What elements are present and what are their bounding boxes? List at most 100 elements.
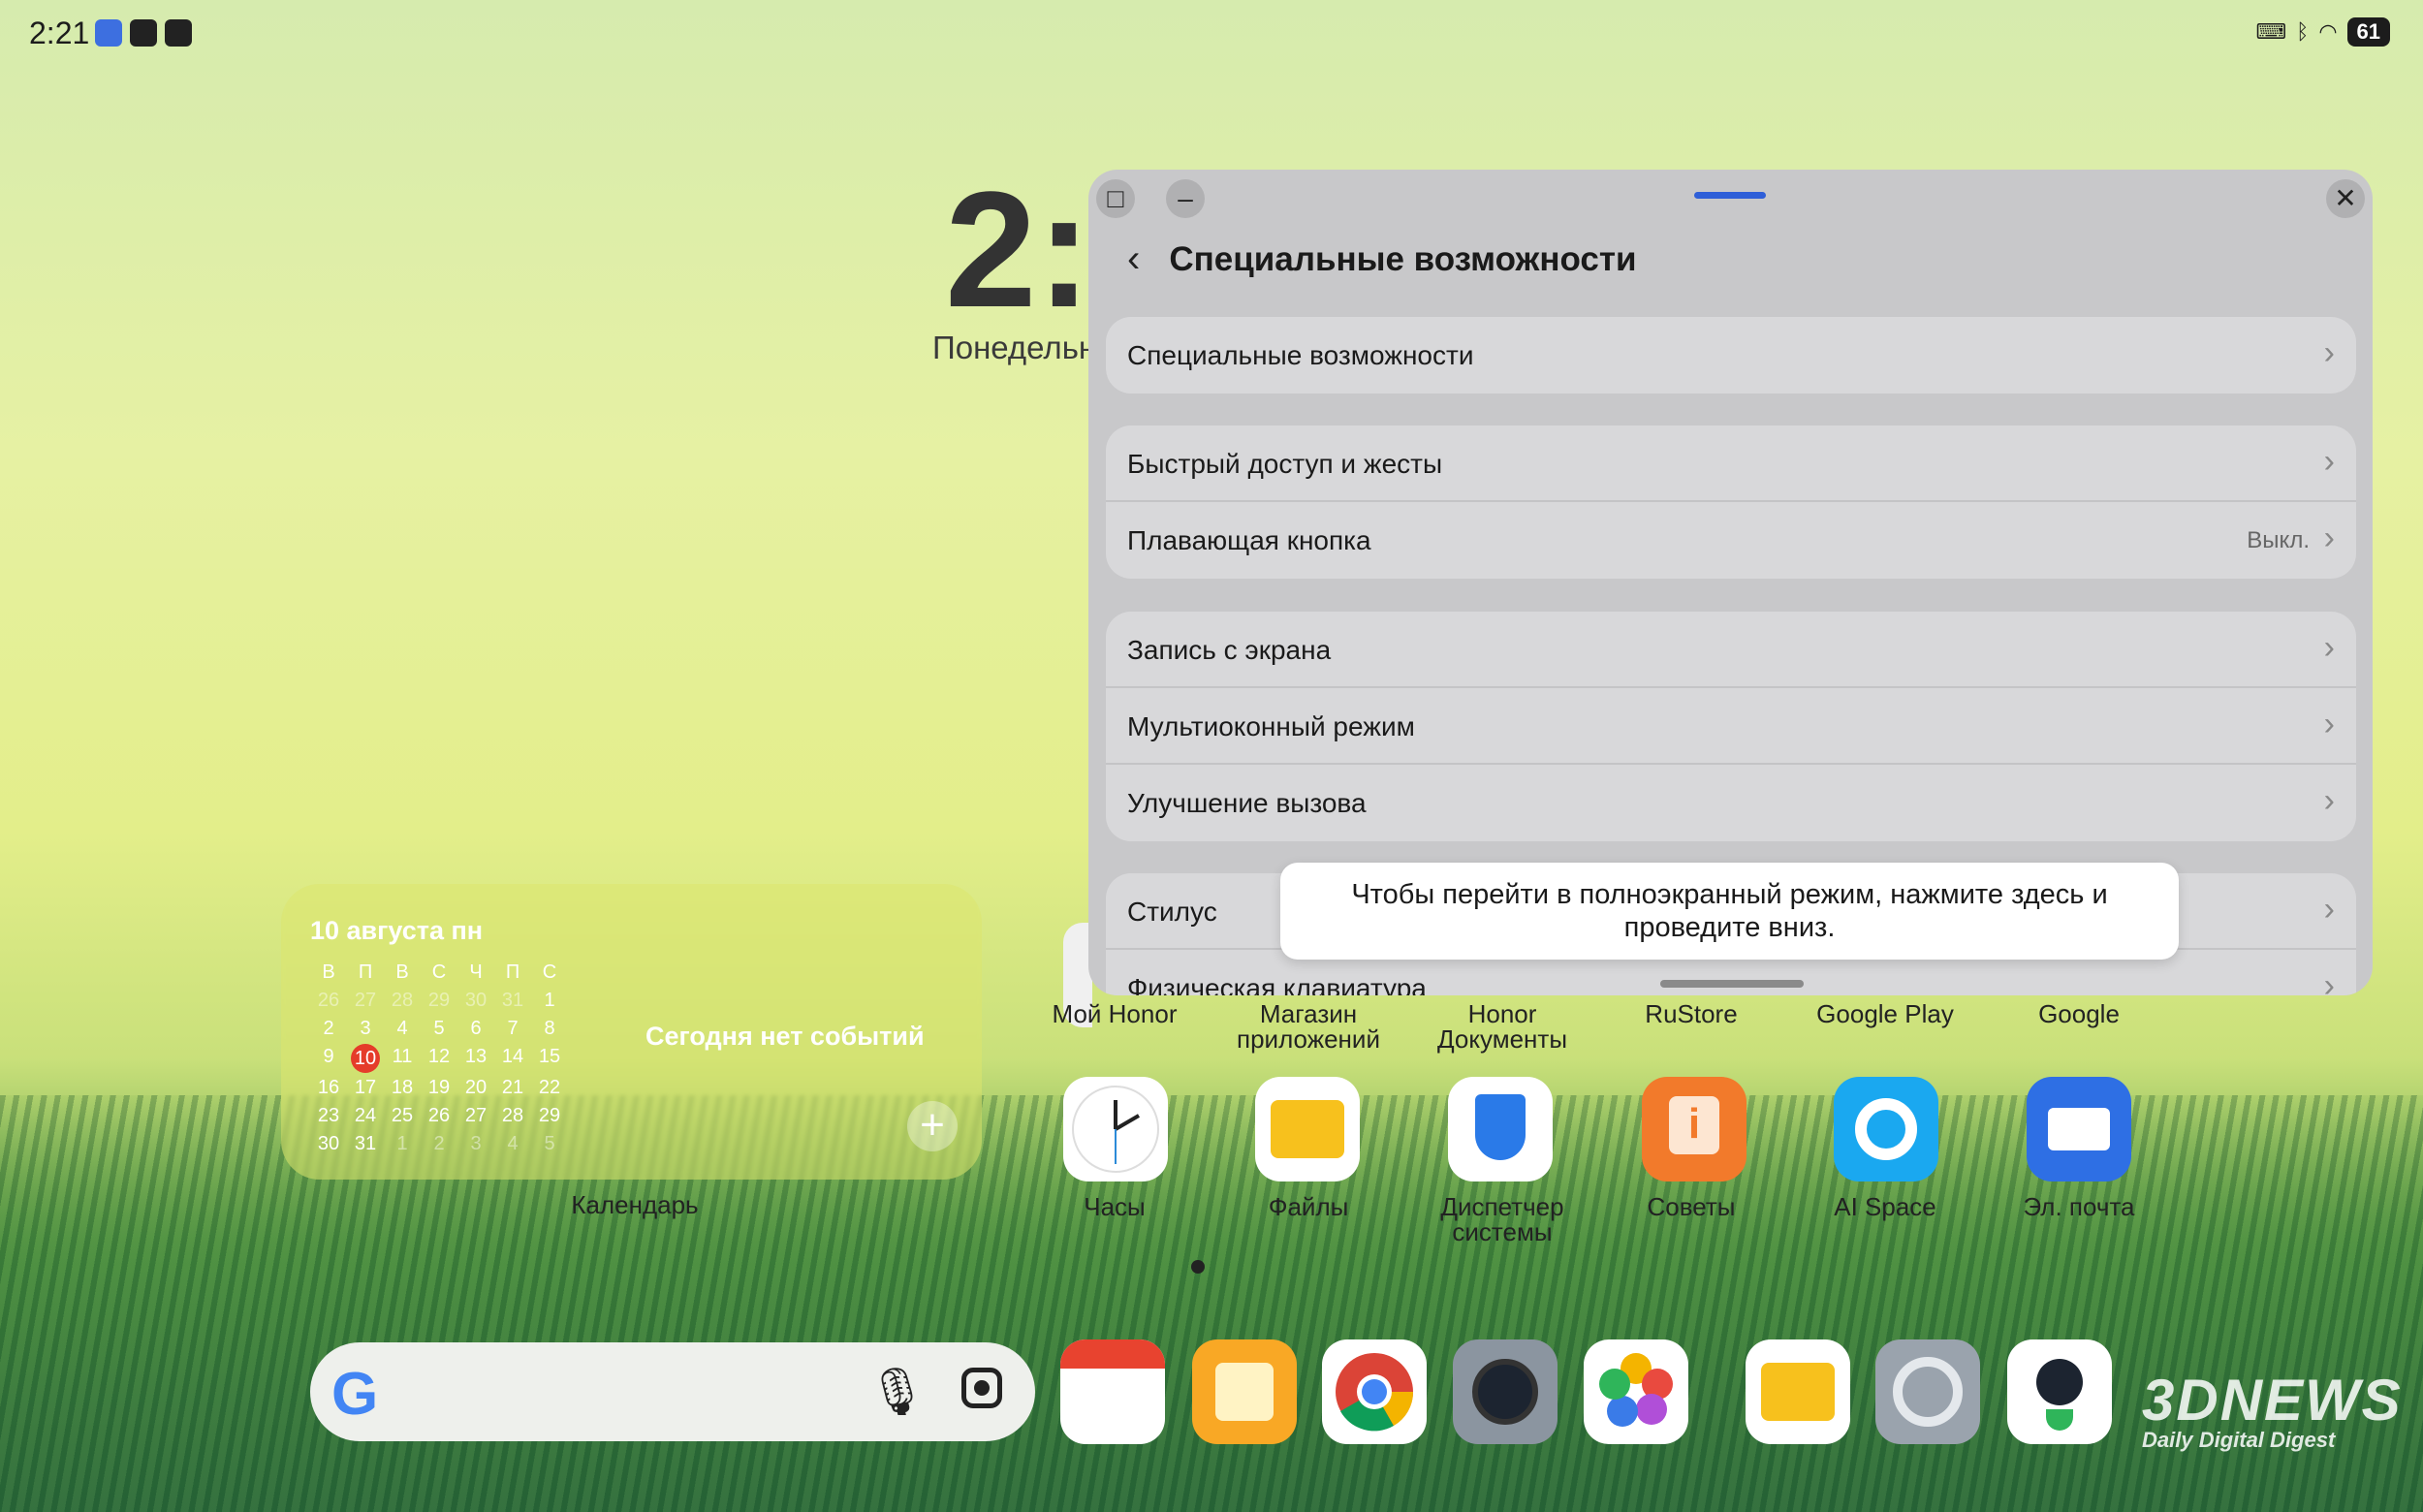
settings-group-2: Быстрый доступ и жесты › Плавающая кнопк… <box>1106 425 2356 579</box>
app-label-rustore[interactable]: RuStore <box>1614 1001 1769 1026</box>
wifi-icon: ◠ <box>2318 19 2338 44</box>
calendar-day: 1 <box>396 1133 408 1154</box>
folder-icon[interactable] <box>1255 1077 1360 1181</box>
chevron-right-icon: › <box>2323 782 2335 819</box>
app-label-files[interactable]: Файлы <box>1226 1194 1391 1219</box>
mail-icon[interactable] <box>2027 1077 2131 1181</box>
calendar-day: 7 <box>507 1018 519 1039</box>
notes-icon[interactable] <box>1192 1339 1297 1444</box>
calendar-day: 4 <box>507 1133 519 1154</box>
window-drag-handle[interactable] <box>1694 192 1766 199</box>
status-bar: 2:21 ⌨ ᛒ ◠ 61 <box>0 0 2423 68</box>
calendar-day: 28 <box>501 1105 524 1126</box>
close-window-button[interactable]: ✕ <box>2326 179 2365 218</box>
status-time: 2:21 <box>29 16 90 50</box>
weekday-label: Ч <box>469 961 483 983</box>
settings-row-shortcuts-gestures[interactable]: Быстрый доступ и жесты › <box>1106 425 2356 502</box>
status-left-icons <box>95 19 192 47</box>
settings-row-call-enhancement[interactable]: Улучшение вызова › <box>1106 765 2356 841</box>
settings-row-screen-recording[interactable]: Запись с экрана › <box>1106 612 2356 688</box>
weekday-label: П <box>505 961 520 983</box>
calendar-widget-label: Календарь <box>571 1190 699 1219</box>
files-icon[interactable] <box>1746 1339 1850 1444</box>
gallery-icon[interactable] <box>1584 1339 1688 1444</box>
calendar-icon[interactable] <box>1060 1339 1165 1444</box>
calendar-day: 20 <box>464 1077 488 1098</box>
calendar-day: 21 <box>501 1077 524 1098</box>
tips-icon[interactable]: i <box>1642 1077 1746 1181</box>
page-indicator-dot <box>1191 1260 1205 1274</box>
calendar-day: 16 <box>317 1077 340 1098</box>
calendar-day: 25 <box>391 1105 414 1126</box>
calendar-day: 3 <box>360 1018 371 1039</box>
fullscreen-drag-handle[interactable] <box>1660 980 1804 988</box>
settings-row-multiwindow[interactable]: Мультиоконный режим › <box>1106 688 2356 765</box>
calendar-grid: В П В С Ч П С 26 27 28 29 30 31 1 2 3 4 5 6 7 8 9 10 11 12 13 14 15… <box>310 960 568 1157</box>
chevron-right-icon: › <box>2323 334 2335 371</box>
calendar-day: 11 <box>392 1046 413 1067</box>
calendar-day: 5 <box>433 1018 445 1039</box>
row-label: Физическая клавиатура <box>1127 973 1427 995</box>
app-label-ai-space[interactable]: AI Space <box>1803 1194 1967 1219</box>
watermark-logo: 3DNEWS <box>2142 1368 2403 1433</box>
bluetooth-icon: ᛒ <box>2296 19 2310 44</box>
battery-icon: 61 <box>2346 17 2390 47</box>
3dnews-watermark: 3DNEWS Daily Digital Digest <box>2142 1367 2403 1453</box>
app-label-app-store[interactable]: Магазин приложений <box>1226 1001 1391 1052</box>
calendar-widget[interactable]: 10 августа пн В П В С Ч П С 26 27 28 29 30 31 1 2 3 4 5 6 7… <box>281 884 982 1180</box>
calendar-day: 23 <box>317 1105 340 1126</box>
row-value: Выкл. <box>2247 527 2310 553</box>
app-label-honor-docs[interactable]: Honor Документы <box>1420 1001 1585 1052</box>
row-label: Быстрый доступ и жесты <box>1127 449 1443 479</box>
row-label: Стилус <box>1127 897 1217 927</box>
row-label: Плавающая кнопка <box>1127 525 1371 555</box>
google-lens-icon[interactable] <box>961 1368 1002 1408</box>
calendar-day: 4 <box>396 1018 408 1039</box>
calendar-day: 29 <box>427 990 451 1011</box>
add-event-button[interactable]: + <box>907 1101 958 1151</box>
ai-space-icon[interactable] <box>1834 1077 1938 1181</box>
calendar-day: 2 <box>323 1018 334 1039</box>
app-label-my-honor[interactable]: Мой Honor <box>1037 1001 1192 1026</box>
shield-icon[interactable] <box>1448 1077 1553 1181</box>
calendar-day: 30 <box>464 990 488 1011</box>
settings-icon[interactable] <box>1875 1339 1980 1444</box>
weekday-label: В <box>322 961 335 983</box>
app-label-clock[interactable]: Часы <box>1037 1194 1192 1219</box>
calendar-day: 22 <box>538 1077 561 1098</box>
app-label-system-manager[interactable]: Диспетчер системы <box>1405 1194 1599 1244</box>
calendar-day: 27 <box>464 1105 488 1126</box>
mic-icon[interactable]: 🎙 <box>867 1364 927 1419</box>
file-app-icon <box>165 19 192 47</box>
calendar-day: 29 <box>538 1105 561 1126</box>
settings-row-accessibility[interactable]: Специальные возможности › <box>1106 317 2356 394</box>
google-logo-icon: G <box>331 1361 379 1428</box>
clock-icon[interactable] <box>1063 1077 1168 1181</box>
settings-row-floating-button[interactable]: Плавающая кнопка Выкл. › <box>1106 502 2356 579</box>
google-search-bar[interactable]: G 🎙 <box>310 1342 1035 1441</box>
camera-icon[interactable] <box>1453 1339 1558 1444</box>
home-clock: 2: <box>945 158 1092 342</box>
app-label-mail[interactable]: Эл. почта <box>2001 1194 2156 1219</box>
calendar-day: 15 <box>538 1046 561 1067</box>
calendar-day: 5 <box>544 1133 555 1154</box>
calendar-day: 12 <box>427 1046 451 1067</box>
calendar-day: 1 <box>544 990 555 1011</box>
app-label-google[interactable]: Google <box>2001 1001 2156 1026</box>
chevron-right-icon: › <box>2323 891 2335 928</box>
fullscreen-hint-tooltip[interactable]: Чтобы перейти в полноэкранный режим, наж… <box>1280 863 2179 960</box>
status-right: ⌨ ᛒ ◠ 61 <box>2255 17 2390 47</box>
calendar-day: 26 <box>427 1105 451 1126</box>
settings-group-3: Запись с экрана › Мультиоконный режим › … <box>1106 612 2356 841</box>
chevron-right-icon: › <box>2323 443 2335 480</box>
chrome-icon[interactable] <box>1322 1339 1427 1444</box>
app-label-tips[interactable]: Советы <box>1614 1194 1769 1219</box>
minimize-window-button[interactable]: – <box>1166 179 1205 218</box>
app-label-google-play[interactable]: Google Play <box>1803 1001 1967 1026</box>
page-title: Специальные возможности <box>1169 239 1637 278</box>
calendar-day: 31 <box>501 990 524 1011</box>
ninja-icon[interactable] <box>2007 1339 2112 1444</box>
back-arrow-icon[interactable]: ‹ <box>1127 237 1140 281</box>
restore-window-button[interactable]: □ <box>1096 179 1135 218</box>
calendar-day: 8 <box>544 1018 555 1039</box>
